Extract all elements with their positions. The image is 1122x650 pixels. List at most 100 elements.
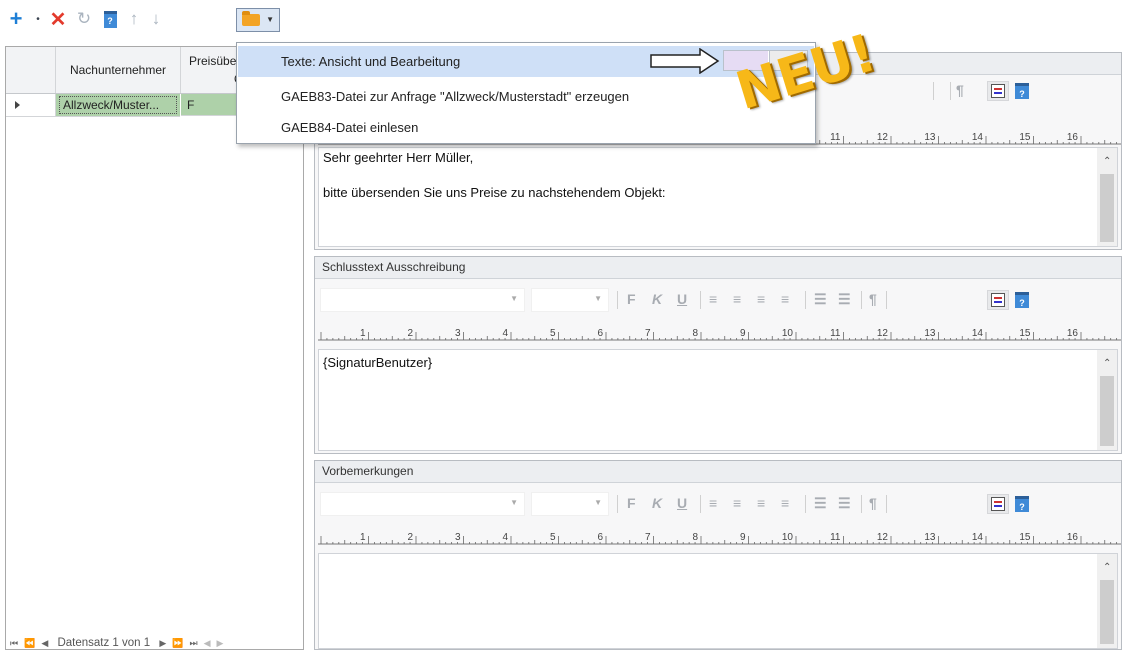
scrollbar-thumb[interactable] xyxy=(1100,376,1114,446)
align-right-icon[interactable]: ≡ xyxy=(757,495,765,511)
bullet-list-icon[interactable]: ☰ xyxy=(814,495,827,512)
text-editor[interactable]: {SignaturBenutzer} ⌃ xyxy=(318,349,1118,451)
bold-button[interactable]: F xyxy=(627,291,636,307)
ruler-label: 13 xyxy=(924,132,936,143)
menu-item-gaeb84-einlesen[interactable]: GAEB84-Datei einlesen xyxy=(238,112,814,143)
help-button[interactable]: ? xyxy=(1015,83,1029,99)
folder-icon xyxy=(242,11,260,26)
ruler-label: 16 xyxy=(1067,328,1079,339)
arrow-up-icon[interactable]: ↑ xyxy=(124,8,144,30)
arrow-down-icon[interactable]: ↓ xyxy=(146,8,166,30)
vertical-scrollbar[interactable]: ⌃ xyxy=(1097,350,1117,450)
align-center-icon[interactable]: ≡ xyxy=(733,291,741,307)
align-right-icon[interactable]: ≡ xyxy=(757,291,765,307)
numbered-list-icon[interactable]: ☰ xyxy=(838,495,851,512)
align-left-icon[interactable]: ≡ xyxy=(709,495,717,511)
separator xyxy=(886,291,887,309)
vertical-scrollbar[interactable]: ⌃ xyxy=(1097,148,1117,246)
plus-icon[interactable]: + xyxy=(6,6,26,31)
ruler-label: 11 xyxy=(830,132,841,143)
editor-line: bitte übersenden Sie uns Preise zu nachs… xyxy=(323,185,666,200)
last-record-icon[interactable]: ⏭ xyxy=(190,638,198,648)
column-header-nachunternehmer[interactable]: Nachunternehmer xyxy=(56,47,181,93)
spellcheck-button[interactable] xyxy=(987,81,1009,101)
help-button[interactable]: ? xyxy=(1015,292,1029,308)
record-navigator: ⏮ ⏪ ◀ Datensatz 1 von 1 ▶ ⏩ ⏭ ◀ ▶ xyxy=(10,637,229,649)
separator xyxy=(950,82,951,100)
align-justify-icon[interactable]: ≡ xyxy=(781,495,789,511)
separator xyxy=(886,495,887,513)
editor-line: {SignaturBenutzer} xyxy=(323,355,433,370)
first-record-icon[interactable]: ⏮ xyxy=(10,638,18,648)
ruler-label: 3 xyxy=(455,328,461,339)
scrollbar-thumb[interactable] xyxy=(1100,580,1114,644)
font-size-select[interactable] xyxy=(531,492,609,516)
bold-button[interactable]: F xyxy=(627,495,636,511)
ruler-label: 14 xyxy=(972,532,984,543)
underline-button[interactable]: U xyxy=(677,291,687,307)
separator xyxy=(617,291,618,309)
ruler-label: 15 xyxy=(1019,132,1031,143)
prev-record-icon[interactable]: ◀ xyxy=(41,638,48,648)
chevron-up-icon[interactable]: ⌃ xyxy=(1103,156,1111,167)
ruler-label: 4 xyxy=(502,532,508,543)
row-indicator-arrow-icon xyxy=(6,94,56,117)
font-size-select[interactable] xyxy=(531,288,609,312)
ruler-label: 5 xyxy=(550,328,556,339)
ruler-label: 4 xyxy=(502,328,508,339)
text-editor[interactable]: Sehr geehrter Herr Müller, bitte übersen… xyxy=(318,147,1118,247)
scrollbar-thumb[interactable] xyxy=(1100,174,1114,242)
vertical-scrollbar[interactable]: ⌃ xyxy=(1097,554,1117,648)
ruler-label: 14 xyxy=(972,132,984,143)
undo-icon[interactable]: ↻ xyxy=(74,8,94,30)
align-justify-icon[interactable]: ≡ xyxy=(781,291,789,307)
next-record-icon[interactable]: ▶ xyxy=(159,638,166,648)
chevron-up-icon[interactable]: ⌃ xyxy=(1103,358,1111,369)
spellcheck-button[interactable] xyxy=(987,290,1009,310)
texts-menu-button[interactable]: ▼ xyxy=(236,8,280,32)
separator xyxy=(805,495,806,513)
ruler-label: 14 xyxy=(972,328,984,339)
text-panel-schlusstext: Schlusstext Ausschreibung F K U ≡ ≡ ≡ ≡ … xyxy=(314,256,1122,454)
ruler-label: 16 xyxy=(1067,532,1079,543)
separator xyxy=(700,291,701,309)
chevron-down-icon[interactable]: • xyxy=(28,8,48,30)
scroll-left-icon[interactable]: ◀ xyxy=(204,638,211,648)
spellcheck-button[interactable] xyxy=(987,494,1009,514)
next-page-icon[interactable]: ⏩ xyxy=(172,638,183,648)
help-q-label: ? xyxy=(103,10,117,28)
italic-button[interactable]: K xyxy=(652,495,662,511)
numbered-list-icon[interactable]: ☰ xyxy=(838,291,851,308)
align-center-icon[interactable]: ≡ xyxy=(733,495,741,511)
menu-item-gaeb83-erzeugen[interactable]: GAEB83-Datei zur Anfrage "Allzweck/Muste… xyxy=(238,81,814,112)
scroll-right-icon[interactable]: ▶ xyxy=(217,638,224,648)
underline-button[interactable]: U xyxy=(677,495,687,511)
pilcrow-icon[interactable]: ¶ xyxy=(869,495,877,511)
pilcrow-icon[interactable]: ¶ xyxy=(956,82,964,98)
editor-line: Sehr geehrter Herr Müller, xyxy=(323,150,474,165)
chevron-up-icon[interactable]: ⌃ xyxy=(1103,562,1111,573)
text-panel-vorbemerkungen: Vorbemerkungen F K U ≡ ≡ ≡ ≡ ☰ ☰ ¶ ? 123… xyxy=(314,460,1122,650)
cell-nachunternehmer[interactable]: Allzweck/Muster... xyxy=(56,94,180,117)
separator xyxy=(617,495,618,513)
italic-button[interactable]: K xyxy=(652,291,662,307)
prev-page-icon[interactable]: ⏪ xyxy=(24,638,35,648)
column-label: Nachunternehmer xyxy=(69,63,167,77)
ruler-label: 1 xyxy=(360,532,366,543)
bullet-list-icon[interactable]: ☰ xyxy=(814,291,827,308)
help-button[interactable]: ? xyxy=(1015,496,1029,512)
help-icon[interactable]: ? xyxy=(100,8,120,30)
text-editor[interactable]: ⌃ xyxy=(318,553,1118,649)
align-left-icon[interactable]: ≡ xyxy=(709,291,717,307)
ruler-label: 9 xyxy=(740,532,746,543)
ruler-label: 12 xyxy=(877,132,889,143)
font-family-select[interactable] xyxy=(320,288,525,312)
ruler-label: 3 xyxy=(455,532,461,543)
ruler-label: 13 xyxy=(924,328,936,339)
ruler-label: 8 xyxy=(692,328,698,339)
ruler-label: 7 xyxy=(645,532,651,543)
delete-x-icon[interactable]: ✕ xyxy=(48,8,68,31)
font-family-select[interactable] xyxy=(320,492,525,516)
pilcrow-icon[interactable]: ¶ xyxy=(869,291,877,307)
separator xyxy=(933,82,934,100)
